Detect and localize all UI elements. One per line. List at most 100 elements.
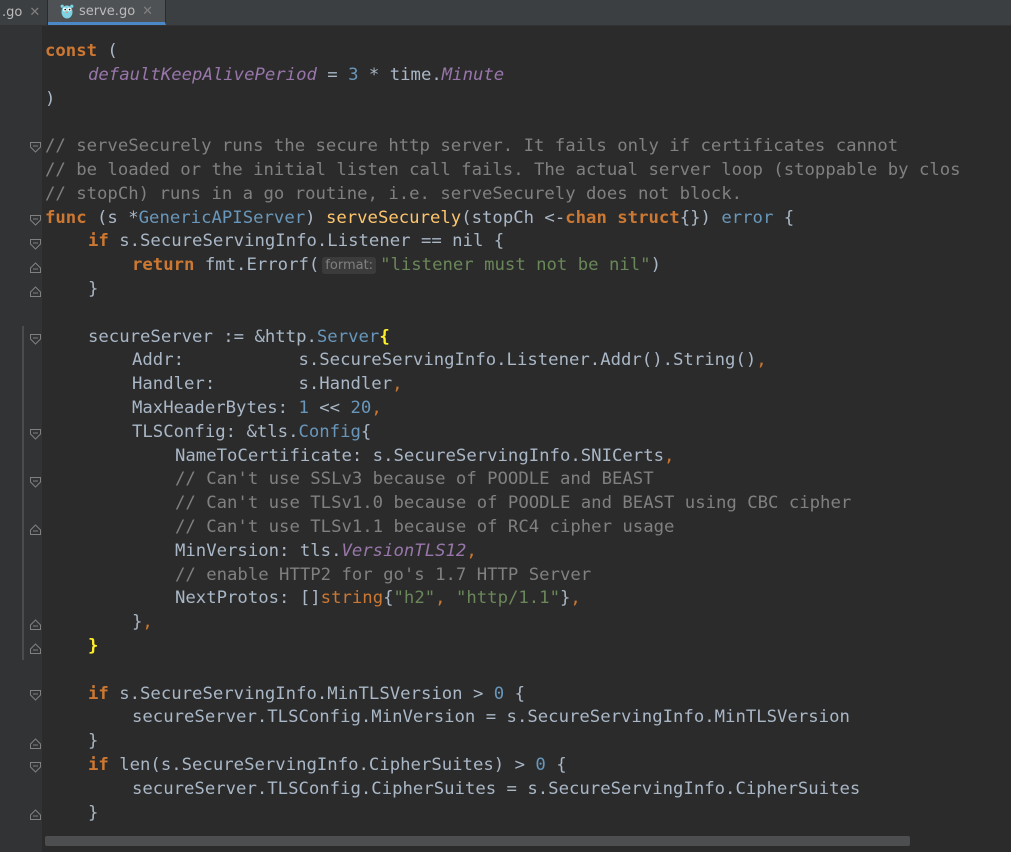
code-token: , [664,445,675,466]
code-token: return [132,255,195,276]
code-token: // enable HTTP2 for go's 1.7 HTTP Server [175,564,592,585]
code-token: TLSConfig: &tls. [132,421,299,442]
code-token: MaxHeaderBytes: [132,397,299,418]
code-line: // be loaded or the initial listen call … [45,159,961,183]
code-line: NameToCertificate: s.SecureServingInfo.S… [45,445,961,469]
code-token: , [142,612,153,633]
code-token: { [504,683,525,704]
close-icon[interactable]: ✕ [142,4,153,19]
code-token: { [773,207,795,228]
editor-gutter [0,26,42,852]
code-token: string [320,588,384,609]
code-token: "listener must not be nil" [380,255,651,276]
ide-window: .go ✕ serve.go ✕ const (defaultKeepAliv… [0,0,1011,852]
code-token: * time. [358,64,442,85]
code-line: }, [45,611,961,635]
code-token: = [316,64,349,85]
code-token: } [132,612,143,633]
fold-close-icon[interactable] [30,738,41,749]
fold-open-icon[interactable] [30,334,41,345]
close-icon[interactable]: ✕ [29,5,40,20]
code-token: // Can't use SSLv3 because of POODLE and… [175,469,654,490]
code-token: ) [45,88,56,109]
code-token: secureServer.TLSConfig.MinVersion = s.Se… [132,707,850,728]
code-token: 0 [535,754,546,775]
code-token: // be loaded or the initial listen call … [45,159,961,180]
code-token: (s * [86,207,139,228]
fold-open-icon[interactable] [30,762,41,773]
code-token: chan [565,207,607,228]
code-line: Handler: s.Handler, [45,373,961,397]
tab-previous-file[interactable]: .go ✕ [0,0,48,25]
code-token: } [88,731,99,752]
code-token: error [721,207,774,228]
code-line: MinVersion: tls.VersionTLS12, [45,540,961,564]
code-line: // Can't use SSLv3 because of POODLE and… [45,468,961,492]
fold-open-icon[interactable] [30,239,41,250]
code-token: } [88,278,99,299]
code-line: TLSConfig: &tls.Config{ [45,421,961,445]
fold-close-icon[interactable] [30,809,41,820]
fold-close-icon[interactable] [30,643,41,654]
fold-close-icon[interactable] [30,286,41,297]
code-token: ) [305,207,326,228]
matched-brace: { [379,326,390,347]
code-line: secureServer := &http.Server{ [45,326,961,350]
fold-close-icon[interactable] [30,524,41,535]
code-token: , [392,374,403,395]
code-token: Handler: s.Handler [132,374,393,395]
code-token: Addr: s.SecureServingInfo.Listener.Addr(… [132,350,757,371]
code-line: secureServer.TLSConfig.CipherSuites = s.… [45,778,961,802]
code-token: serveSecurely [325,207,462,228]
code-token: } [560,588,571,609]
code-token: 20 [350,397,372,418]
code-token: ( [97,41,118,61]
code-token: NameToCertificate: s.SecureServingInfo.S… [175,445,664,466]
code-line: } [45,730,961,754]
code-token: (stopCh <- [461,207,566,228]
code-token: // serveSecurely runs the secure http se… [45,136,899,157]
code-line: defaultKeepAlivePeriod = 3 * time.Minute [45,64,961,88]
code-token: VersionTLS12 [341,540,467,561]
code-token: len(s.SecureServingInfo.CipherSuites) > [108,754,536,775]
code-token: // stopCh) runs in a go routine, i.e. se… [45,183,743,204]
fold-open-icon[interactable] [30,690,41,701]
code-line: const ( [45,40,961,64]
code-line: if s.SecureServingInfo.Listener == nil { [45,230,961,254]
fold-close-icon[interactable] [30,262,41,273]
code-editor[interactable]: const ( defaultKeepAlivePeriod = 3 * tim… [0,26,1011,852]
go-gopher-icon [59,3,75,19]
fold-open-icon[interactable] [30,142,41,153]
tab-serve-go[interactable]: serve.go ✕ [48,0,166,25]
code-token: 0 [493,683,505,704]
code-token: defaultKeepAlivePeriod [88,64,317,85]
code-token: , [756,350,767,371]
code-line: secureServer.TLSConfig.MinVersion = s.Se… [45,706,961,730]
code-token: struct [617,207,680,228]
code-line: MaxHeaderBytes: 1 << 20, [45,397,961,421]
fold-close-icon[interactable] [30,619,41,630]
code-token: 3 [348,64,359,85]
code-token: , [371,397,382,418]
code-token: Server [316,326,380,347]
code-token: s.SecureServingInfo.MinTLSVersion > [108,683,494,704]
code-token: fmt.Errorf( [194,255,320,276]
fold-open-icon[interactable] [30,477,41,488]
code-token: { [383,588,394,609]
fold-open-icon[interactable] [30,429,41,440]
code-line: // enable HTTP2 for go's 1.7 HTTP Server [45,564,961,588]
fold-open-icon[interactable] [30,215,41,226]
code-token: func [45,207,87,228]
tab-label: serve.go [79,3,136,19]
code-token: , [435,588,456,609]
code-token: Config [298,421,361,442]
tab-label: .go [2,5,23,20]
code-token: ) [650,255,661,276]
code-line: } [45,278,961,302]
code-token: } [88,802,99,823]
code-token: , [466,540,477,561]
code-line: } [45,635,961,659]
code-token: const [45,41,98,61]
horizontal-scrollbar[interactable] [45,836,910,846]
code-token: Minute [441,64,505,85]
